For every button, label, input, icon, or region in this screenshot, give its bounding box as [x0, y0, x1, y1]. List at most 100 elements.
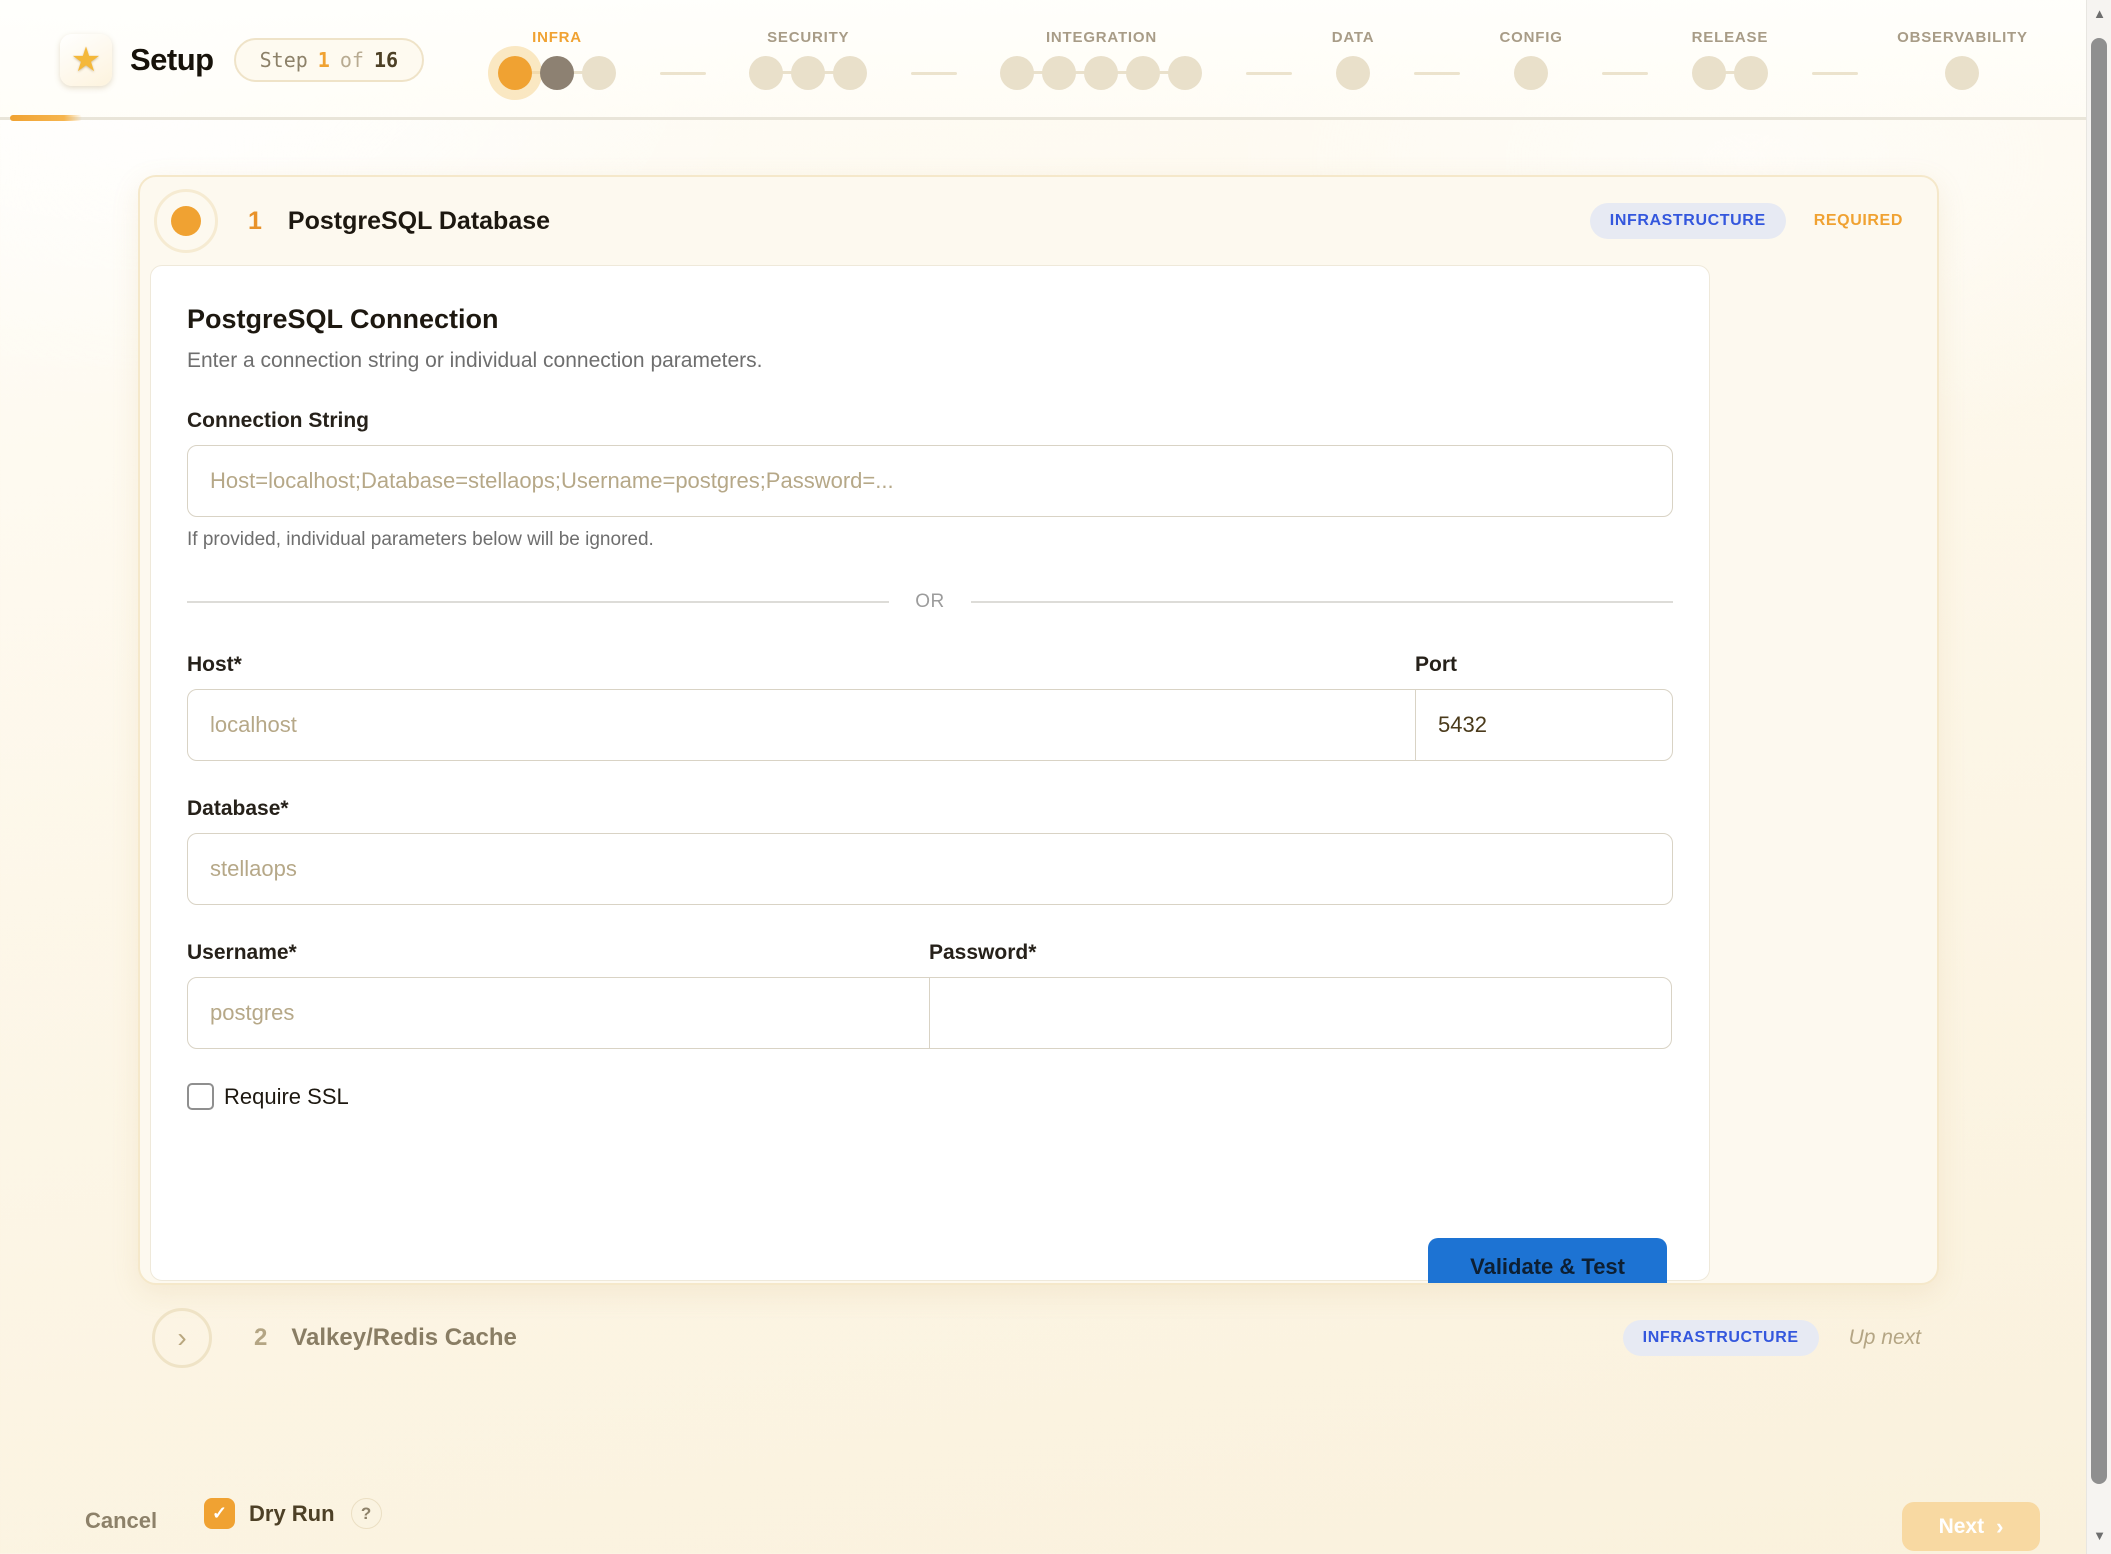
- step-dots: [1332, 55, 1374, 91]
- host-label: Host*: [187, 653, 1416, 677]
- database-input[interactable]: [187, 833, 1673, 905]
- active-section-bullet-icon: [154, 189, 218, 253]
- section-title: PostgreSQL Database: [288, 207, 550, 236]
- step-connector: [1602, 72, 1648, 75]
- expand-section-button[interactable]: ›: [152, 1308, 212, 1368]
- step-dots: [1941, 55, 1983, 91]
- infrastructure-badge: INFRASTRUCTURE: [1590, 203, 1786, 239]
- validate-test-button[interactable]: Validate & Test: [1428, 1238, 1667, 1285]
- step-dots: [1510, 55, 1552, 91]
- next-button[interactable]: Next ›: [1902, 1502, 2040, 1551]
- step-label: RELEASE: [1692, 29, 1768, 46]
- step-groups: INFRA SECURITY INTEGRATION DATA CONFIG RELEAS…: [494, 29, 2028, 91]
- step-dot[interactable]: [1042, 56, 1076, 90]
- username-label: Username*: [187, 941, 930, 965]
- next-section-number: 2: [254, 1324, 267, 1352]
- require-ssl-label[interactable]: Require SSL: [224, 1084, 349, 1110]
- step-dot[interactable]: [1945, 56, 1979, 90]
- host-input[interactable]: [187, 689, 1416, 761]
- step-dot[interactable]: [791, 56, 825, 90]
- scroll-down-arrow-icon[interactable]: ▼: [2087, 1528, 2111, 1543]
- chevron-right-icon: ›: [177, 1322, 186, 1354]
- step-dot[interactable]: [1514, 56, 1548, 90]
- connection-string-input[interactable]: [187, 445, 1673, 517]
- step-dot[interactable]: [1168, 56, 1202, 90]
- step-dot[interactable]: [1734, 56, 1768, 90]
- step-group-observability: OBSERVABILITY: [1897, 29, 2028, 91]
- password-label: Password*: [929, 941, 1672, 965]
- step-dot[interactable]: [833, 56, 867, 90]
- step-group-data: DATA: [1332, 29, 1375, 91]
- form-title: PostgreSQL Connection: [187, 304, 1673, 335]
- step-label: INTEGRATION: [1046, 29, 1157, 46]
- header-divider: [0, 117, 2086, 120]
- required-badge: REQUIRED: [1814, 212, 1903, 230]
- step-label: SECURITY: [767, 29, 849, 46]
- step-dots: [494, 55, 620, 91]
- up-next-status: Up next: [1849, 1326, 1921, 1350]
- step-dot[interactable]: [1000, 56, 1034, 90]
- step-group-config: CONFIG: [1500, 29, 1563, 91]
- port-input[interactable]: [1415, 689, 1673, 761]
- step-dots: [745, 55, 871, 91]
- connection-form-panel: PostgreSQL Connection Enter a connection…: [150, 265, 1710, 1281]
- port-label: Port: [1415, 653, 1673, 677]
- step-connector: [1414, 72, 1460, 75]
- step-connector: [660, 72, 706, 75]
- step-dot[interactable]: [1336, 56, 1370, 90]
- next-section-title: Valkey/Redis Cache: [291, 1324, 516, 1352]
- step-connector: [911, 72, 957, 75]
- step-word: Step: [260, 48, 308, 72]
- step-dots: [1688, 55, 1772, 91]
- form-subtitle: Enter a connection string or individual …: [187, 349, 1673, 373]
- scroll-up-arrow-icon[interactable]: ▲: [2087, 6, 2111, 21]
- help-button[interactable]: ?: [351, 1498, 382, 1529]
- step-connector: [1246, 72, 1292, 75]
- step-dot[interactable]: [1084, 56, 1118, 90]
- check-icon: ✓: [212, 1503, 227, 1524]
- header-progress-bar: [10, 115, 82, 121]
- step-dot[interactable]: [498, 56, 532, 90]
- step-dot[interactable]: [582, 56, 616, 90]
- app-header: ★ Setup Step 1 of 16 INFRA SECURITY INTEGR…: [0, 0, 2086, 120]
- star-mascot-logo-icon: ★: [60, 34, 112, 86]
- connection-string-label: Connection String: [187, 409, 1673, 433]
- dry-run-checkbox[interactable]: ✓: [204, 1498, 235, 1529]
- step-dot[interactable]: [540, 56, 574, 90]
- database-label: Database*: [187, 797, 1673, 821]
- step-label: DATA: [1332, 29, 1375, 46]
- or-divider: OR: [187, 591, 1673, 613]
- section-number: 1: [248, 207, 262, 236]
- or-text: OR: [915, 591, 945, 613]
- next-button-label: Next: [1939, 1515, 1985, 1539]
- step-dot[interactable]: [749, 56, 783, 90]
- step-group-release: RELEASE: [1688, 29, 1772, 91]
- step-dot[interactable]: [1692, 56, 1726, 90]
- step-label: OBSERVABILITY: [1897, 29, 2028, 46]
- scrollbar[interactable]: ▲ ▼: [2086, 0, 2111, 1554]
- scrollbar-thumb[interactable]: [2091, 38, 2107, 1484]
- postgresql-section-card: 1 PostgreSQL Database INFRASTRUCTURE REQ…: [138, 175, 1939, 1285]
- step-dots: [996, 55, 1206, 91]
- password-input[interactable]: [929, 977, 1672, 1049]
- step-of: of: [340, 48, 364, 72]
- chevron-right-icon: ›: [1996, 1514, 2003, 1540]
- valkey-section-row[interactable]: › 2 Valkey/Redis Cache INFRASTRUCTURE Up…: [138, 1305, 1939, 1371]
- step-current: 1: [318, 48, 330, 72]
- step-total: 16: [374, 48, 398, 72]
- step-counter-badge: Step 1 of 16: [234, 38, 424, 82]
- dry-run-toggle-group: ✓ Dry Run ?: [204, 1498, 382, 1529]
- step-dot[interactable]: [1126, 56, 1160, 90]
- require-ssl-checkbox[interactable]: [187, 1083, 214, 1110]
- step-group-security: SECURITY: [745, 29, 871, 91]
- connection-string-help: If provided, individual parameters below…: [187, 529, 1673, 551]
- app-title: Setup: [130, 42, 214, 78]
- dry-run-label[interactable]: Dry Run: [249, 1501, 335, 1527]
- step-group-integration: INTEGRATION: [996, 29, 1206, 91]
- cancel-button[interactable]: Cancel: [85, 1508, 157, 1534]
- step-label: INFRA: [532, 29, 582, 46]
- step-label: CONFIG: [1500, 29, 1563, 46]
- step-group-infra: INFRA: [494, 29, 620, 91]
- step-connector: [1812, 72, 1858, 75]
- username-input[interactable]: [187, 977, 930, 1049]
